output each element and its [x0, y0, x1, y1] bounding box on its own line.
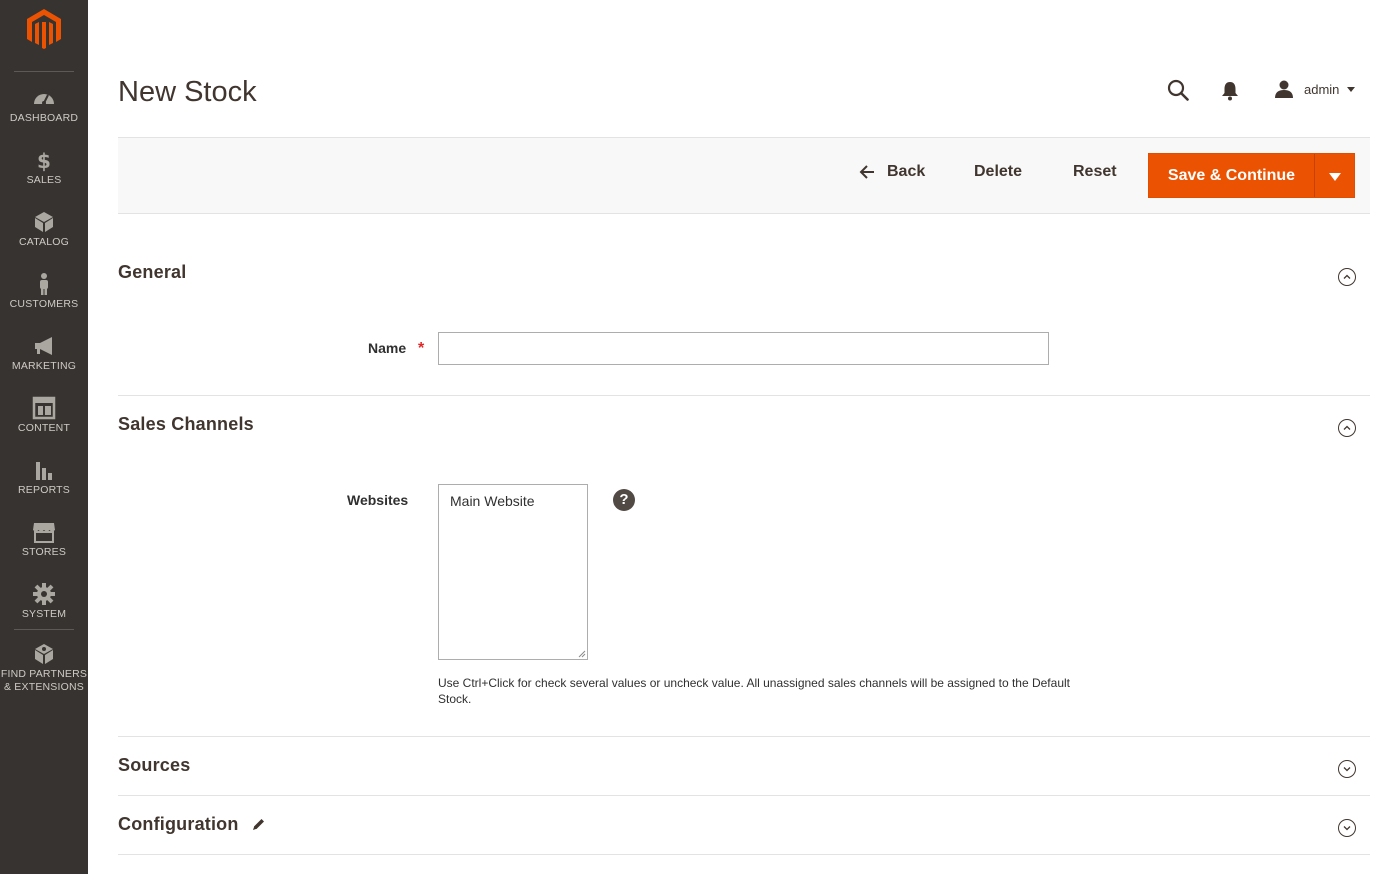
sidebar-item-label: CUSTOMERS [9, 298, 79, 310]
help-question-icon[interactable]: ? [613, 489, 635, 511]
required-asterisk: * [418, 340, 425, 357]
admin-user-menu[interactable]: admin [1274, 79, 1356, 99]
sidebar-divider [14, 71, 74, 72]
back-button[interactable]: Back [859, 163, 925, 181]
notifications-bell-icon[interactable] [1221, 81, 1239, 101]
sidebar-item-catalog[interactable]: CATALOG [0, 210, 88, 268]
extensions-icon [35, 644, 53, 664]
delete-button[interactable]: Delete [974, 163, 1022, 181]
websites-option[interactable]: Main Website [450, 493, 535, 509]
storefront-icon [33, 523, 55, 543]
search-icon[interactable] [1167, 79, 1189, 101]
pencil-edit-icon[interactable] [252, 817, 266, 831]
svg-text:$: $ [37, 149, 51, 172]
section-title-sources[interactable]: Sources [118, 755, 190, 776]
sidebar-item-label: DASHBOARD [9, 112, 79, 124]
sidebar-item-content[interactable]: CONTENT [0, 396, 88, 454]
section-divider [118, 795, 1370, 796]
sidebar-item-find-partners[interactable]: FIND PARTNERS & EXTENSIONS [0, 642, 88, 694]
section-title-configuration[interactable]: Configuration [118, 814, 239, 835]
sidebar-item-customers[interactable]: CUSTOMERS [0, 272, 88, 330]
admin-username: admin [1304, 81, 1340, 97]
gear-icon [33, 583, 55, 605]
collapse-chevron-up-icon[interactable] [1338, 419, 1356, 437]
dollar-icon: $ [37, 149, 51, 172]
sidebar-item-label-line2: & EXTENSIONS [3, 681, 84, 693]
save-and-continue-split-button: Save & Continue [1148, 153, 1355, 198]
back-label: Back [887, 163, 926, 180]
section-divider [118, 854, 1370, 855]
websites-field-note: Use Ctrl+Click for check several values … [438, 676, 1070, 706]
page-title: New Stock [118, 76, 257, 108]
section-divider [118, 736, 1370, 737]
sidebar-item-label: CONTENT [17, 422, 71, 434]
section-title-general[interactable]: General [118, 262, 186, 283]
sidebar-item-system[interactable]: SYSTEM [0, 582, 88, 640]
sidebar-item-label: MARKETING [11, 360, 77, 372]
arrow-left-icon [859, 165, 874, 179]
websites-multiselect[interactable]: Main Website [438, 484, 588, 660]
dashboard-icon [34, 94, 54, 105]
section-title-sales-channels[interactable]: Sales Channels [118, 414, 254, 435]
expand-chevron-down-icon[interactable] [1338, 760, 1356, 778]
sidebar-item-label: CATALOG [18, 236, 70, 248]
sidebar-item-label: FIND PARTNERS & EXTENSIONS [0, 668, 88, 694]
layout-icon [32, 396, 56, 420]
sidebar-divider [14, 629, 74, 630]
user-icon [1275, 80, 1293, 98]
sidebar-item-label: STORES [21, 546, 67, 558]
sidebar-item-label: SALES [26, 174, 62, 186]
expand-chevron-down-icon[interactable] [1338, 819, 1356, 837]
section-divider [118, 395, 1370, 396]
bar-chart-icon [36, 462, 52, 480]
save-options-toggle[interactable] [1314, 154, 1355, 197]
magento-logo[interactable] [26, 8, 62, 50]
sidebar-item-stores[interactable]: STORES [0, 520, 88, 578]
sidebar-item-marketing[interactable]: MARKETING [0, 334, 88, 392]
websites-field-label: Websites [347, 492, 409, 508]
sidebar-item-sales[interactable]: $ SALES [0, 148, 88, 206]
sidebar-item-label: REPORTS [18, 484, 70, 496]
chevron-down-icon [1347, 86, 1356, 92]
save-and-continue-button[interactable]: Save & Continue [1149, 154, 1314, 197]
name-field-label: Name [368, 340, 407, 356]
page-actions-bar: Back Delete Reset Save & Continue [118, 137, 1370, 214]
person-icon [40, 273, 48, 295]
sidebar-item-label: SYSTEM [21, 608, 67, 620]
sidebar-item-dashboard[interactable]: DASHBOARD [0, 86, 88, 144]
sidebar-item-label-line1: FIND PARTNERS [0, 668, 88, 680]
reset-button[interactable]: Reset [1073, 163, 1117, 181]
sidebar: DASHBOARD $ SALES CATALOG CUSTOMERS MARK… [0, 0, 88, 874]
box-icon [35, 212, 53, 232]
megaphone-icon [35, 337, 52, 355]
caret-down-icon [1329, 173, 1341, 181]
name-input[interactable] [438, 332, 1049, 365]
collapse-chevron-up-icon[interactable] [1338, 268, 1356, 286]
sidebar-item-reports[interactable]: REPORTS [0, 458, 88, 516]
resize-grip-icon[interactable] [578, 650, 586, 658]
